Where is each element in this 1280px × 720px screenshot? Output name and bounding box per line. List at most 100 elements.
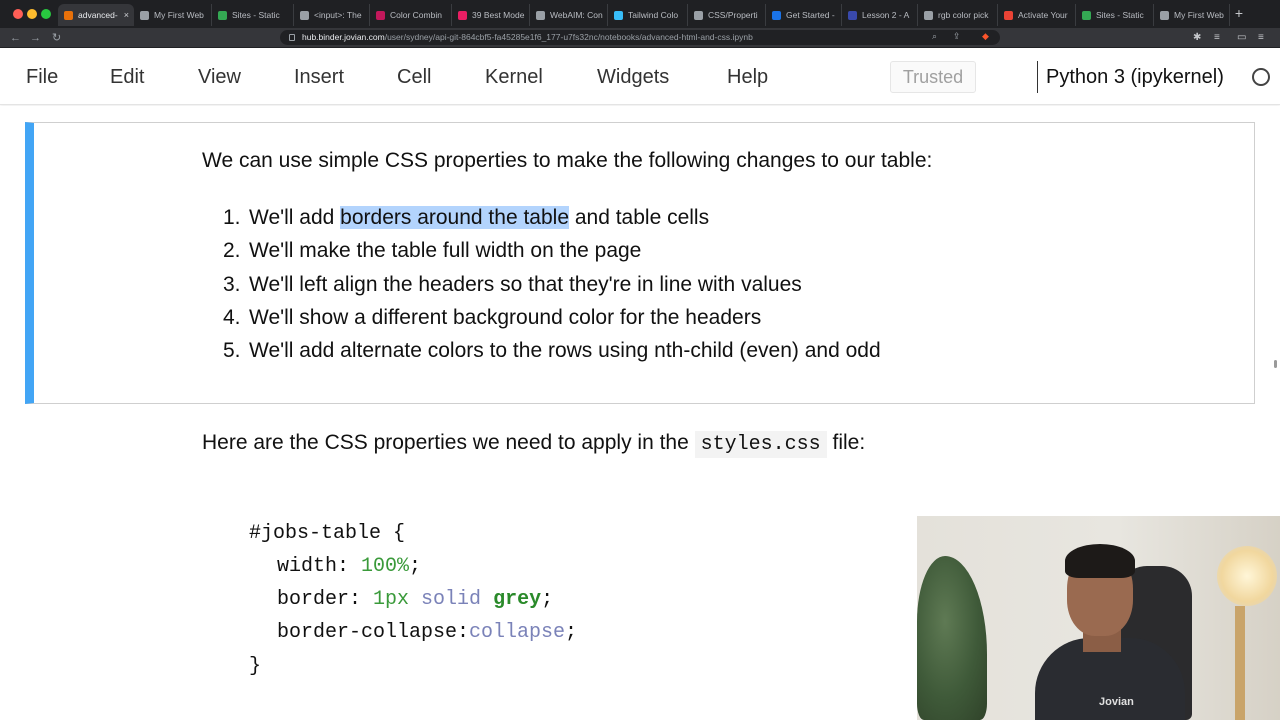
browser-tab[interactable]: Activate Your xyxy=(998,4,1076,26)
tab-favicon-icon xyxy=(218,10,227,20)
tab-favicon-icon xyxy=(1004,10,1013,20)
jupyter-menubar: File Edit View Insert Cell Kernel Widget… xyxy=(0,49,1280,105)
lamp-stand xyxy=(1235,606,1245,720)
close-tab-icon[interactable]: × xyxy=(124,10,129,20)
tab-label: Tailwind Colo xyxy=(628,10,679,20)
search-icon[interactable]: ⌕ xyxy=(932,31,937,42)
tab-favicon-icon xyxy=(536,10,545,20)
brave-shield-icon[interactable]: ◆ xyxy=(982,31,989,42)
lock-icon xyxy=(289,34,295,41)
list-item: 5. We'll add alternate colors to the rows… xyxy=(223,339,881,363)
tab-label: My First Web xyxy=(154,10,204,20)
browser-tab[interactable]: Sites - Static xyxy=(212,4,294,26)
browser-tab[interactable]: My First Web xyxy=(134,4,212,26)
presenter-hair xyxy=(1065,544,1135,578)
tab-label: My First Web xyxy=(1174,10,1224,20)
menu-icon[interactable]: ≡ xyxy=(1258,32,1264,44)
menu-edit[interactable]: Edit xyxy=(110,67,144,87)
tab-label: Color Combin xyxy=(390,10,442,20)
scrollbar-thumb[interactable] xyxy=(1274,360,1277,368)
menu-kernel[interactable]: Kernel xyxy=(485,67,543,87)
tab-label: Sites - Static xyxy=(1096,10,1144,20)
close-window-button[interactable] xyxy=(13,9,23,19)
code-line: width: 100%; xyxy=(277,555,422,578)
tab-favicon-icon xyxy=(772,10,781,20)
list-item: 4. We'll show a different background colo… xyxy=(223,305,762,329)
code-line: } xyxy=(249,655,262,678)
browser-tab[interactable]: Tailwind Colo xyxy=(608,4,688,26)
url-host: hub.binder.jovian.com xyxy=(302,32,385,42)
menu-file[interactable]: File xyxy=(26,67,58,87)
maximize-window-button[interactable] xyxy=(41,9,51,19)
code-line: border-collapse:collapse; xyxy=(277,621,578,644)
tab-label: 39 Best Mode xyxy=(472,10,525,20)
tab-label: Activate Your xyxy=(1018,10,1068,20)
menu-cell[interactable]: Cell xyxy=(397,67,431,87)
changes-list: 1. We'll add borders around the table and… xyxy=(223,205,881,371)
window-icon[interactable]: ▭ xyxy=(1237,32,1246,44)
tab-label: Get Started - xyxy=(786,10,835,20)
reading-list-icon[interactable]: ≡ xyxy=(1214,32,1220,44)
extensions-icon[interactable]: ✱ xyxy=(1193,32,1201,44)
browser-tab[interactable]: advanced- × xyxy=(58,4,134,26)
tab-favicon-icon xyxy=(1160,10,1169,20)
inline-code: styles.css xyxy=(694,431,827,458)
reload-button[interactable]: ↻ xyxy=(52,31,61,45)
browser-tab[interactable]: WebAIM: Con xyxy=(530,4,608,26)
tab-label: Sites - Static xyxy=(232,10,280,20)
menu-insert[interactable]: Insert xyxy=(294,67,344,87)
tab-favicon-icon xyxy=(694,10,703,20)
menu-help[interactable]: Help xyxy=(727,67,768,87)
tab-favicon-icon xyxy=(140,10,149,20)
tab-label: CSS/Properti xyxy=(708,10,758,20)
browser-tab[interactable]: 39 Best Mode xyxy=(452,4,530,26)
menu-view[interactable]: View xyxy=(198,67,241,87)
browser-tab-bar: advanced- × My First Web Sites - Static <inp… xyxy=(0,0,1280,28)
menu-widgets[interactable]: Widgets xyxy=(597,67,669,87)
tab-favicon-icon xyxy=(300,10,309,20)
url-path: /user/sydney/api-git-864cbf5-fa45285e1f6… xyxy=(384,32,753,42)
tab-favicon-icon xyxy=(64,10,73,20)
kernel-name[interactable]: Python 3 (ipykernel) xyxy=(1046,66,1224,88)
browser-tab[interactable]: My First Web xyxy=(1154,4,1230,26)
back-button[interactable]: ← xyxy=(10,31,21,45)
tab-label: WebAIM: Con xyxy=(550,10,603,20)
tab-favicon-icon xyxy=(924,10,933,20)
tab-favicon-icon xyxy=(848,10,857,20)
browser-tab[interactable]: Lesson 2 - A xyxy=(842,4,918,26)
browser-toolbar: ← → ↻ hub.binder.jovian.com/user/sydney/… xyxy=(0,28,1280,48)
cell2-text: Here are the CSS properties we need to a… xyxy=(202,431,866,458)
kernel-divider xyxy=(1037,61,1038,93)
hoodie-logo: Jovian xyxy=(1099,696,1134,708)
browser-tab[interactable]: Color Combin xyxy=(370,4,452,26)
tab-label: <input>: The xyxy=(314,10,362,20)
tab-favicon-icon xyxy=(614,10,623,20)
new-tab-button[interactable]: + xyxy=(1232,6,1246,20)
list-item: 1. We'll add borders around the table and… xyxy=(223,206,710,229)
share-icon[interactable]: ⇪ xyxy=(953,31,961,42)
trusted-indicator[interactable]: Trusted xyxy=(890,61,976,93)
forward-button[interactable]: → xyxy=(30,31,41,45)
tab-favicon-icon xyxy=(458,10,467,20)
selected-text[interactable]: borders around the table xyxy=(340,206,569,229)
code-line: #jobs-table { xyxy=(249,522,406,545)
list-item: 3. We'll left align the headers so that t… xyxy=(223,272,802,296)
tab-label: rgb color pick xyxy=(938,10,989,20)
webcam-overlay: Jovian xyxy=(917,516,1280,720)
browser-tab[interactable]: Sites - Static xyxy=(1076,4,1154,26)
tab-label: Lesson 2 - A xyxy=(862,10,910,20)
browser-tabs: advanced- × My First Web Sites - Static <inp… xyxy=(58,4,1230,26)
browser-tab[interactable]: Get Started - xyxy=(766,4,842,26)
list-item: 2. We'll make the table full width on the… xyxy=(223,239,642,263)
tab-label: advanced- xyxy=(78,10,118,20)
tab-favicon-icon xyxy=(376,10,385,20)
code-line: border: 1px solid grey; xyxy=(277,588,554,611)
tab-favicon-icon xyxy=(1082,10,1091,20)
lamp xyxy=(1217,546,1277,606)
browser-tab[interactable]: CSS/Properti xyxy=(688,4,766,26)
cell-intro-text: We can use simple CSS properties to make… xyxy=(202,149,933,172)
browser-tab[interactable]: <input>: The xyxy=(294,4,370,26)
address-bar[interactable]: hub.binder.jovian.com/user/sydney/api-gi… xyxy=(280,30,1000,45)
browser-tab[interactable]: rgb color pick xyxy=(918,4,998,26)
minimize-window-button[interactable] xyxy=(27,9,37,19)
